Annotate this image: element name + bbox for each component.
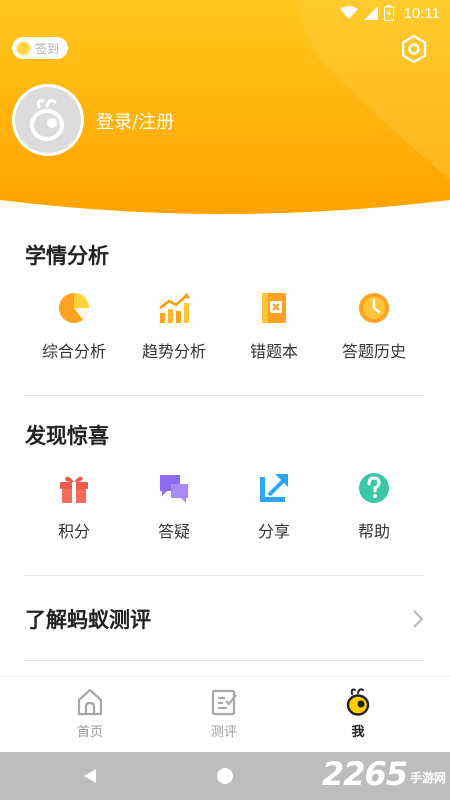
tab-label: 首页 bbox=[76, 725, 103, 740]
test-icon bbox=[211, 689, 237, 716]
surprise-item-help[interactable]: 帮助 bbox=[324, 470, 424, 542]
surprise-item-label: 答疑 bbox=[157, 522, 190, 541]
surprise-grid: 积分 答疑 分享 帮助 bbox=[24, 470, 424, 542]
bottom-tab-bar: 首页 测评 我 bbox=[0, 676, 450, 752]
analysis-item-trend[interactable]: 趋势分析 bbox=[124, 290, 224, 362]
avatar-placeholder bbox=[15, 87, 81, 153]
profile-screen: 10:11 签到 登录/注册 学情分析 综合分析 趋势分析 错题本 答题历史 发… bbox=[0, 0, 450, 800]
analysis-item-label: 错题本 bbox=[249, 342, 298, 361]
home-icon bbox=[77, 688, 103, 716]
surprise-section-title: 发现惊喜 bbox=[25, 424, 109, 448]
gift-icon bbox=[60, 476, 88, 503]
battery-icon bbox=[383, 5, 394, 21]
surprise-item-label: 帮助 bbox=[357, 522, 390, 541]
analysis-grid: 综合分析 趋势分析 错题本 答题历史 bbox=[24, 290, 424, 362]
analysis-item-wrong-book[interactable]: 错题本 bbox=[224, 290, 324, 362]
about-label: 了解蚂蚁测评 bbox=[25, 608, 151, 632]
nav-back-icon[interactable] bbox=[82, 768, 98, 784]
analysis-item-history[interactable]: 答题历史 bbox=[324, 290, 424, 362]
ant-logo-icon bbox=[346, 688, 370, 716]
tab-me[interactable]: 我 bbox=[328, 687, 388, 740]
divider bbox=[24, 660, 424, 661]
surprise-item-points[interactable]: 积分 bbox=[24, 470, 124, 542]
analysis-item-label: 综合分析 bbox=[41, 342, 106, 361]
trend-chart-icon bbox=[159, 293, 190, 323]
clock-history-icon bbox=[359, 293, 389, 323]
coin-icon bbox=[16, 40, 31, 56]
analysis-item-label: 趋势分析 bbox=[141, 342, 206, 361]
pie-chart-icon bbox=[59, 293, 89, 323]
watermark-site: 手游网 bbox=[409, 770, 446, 785]
tab-home[interactable]: 首页 bbox=[60, 687, 120, 740]
profile-header: 10:11 签到 登录/注册 bbox=[0, 0, 450, 220]
about-row[interactable]: 了解蚂蚁测评 bbox=[0, 596, 450, 642]
surprise-item-label: 积分 bbox=[57, 522, 90, 541]
surprise-item-qa[interactable]: 答疑 bbox=[124, 470, 224, 542]
nav-home-icon[interactable] bbox=[216, 767, 234, 785]
surprise-item-label: 分享 bbox=[257, 522, 290, 541]
analysis-section-title: 学情分析 bbox=[25, 244, 109, 268]
signal-icon bbox=[363, 6, 378, 20]
ant-logo-icon bbox=[30, 99, 64, 141]
tab-test[interactable]: 测评 bbox=[194, 687, 254, 740]
analysis-item-label: 答题历史 bbox=[341, 342, 406, 361]
tab-label: 我 bbox=[351, 725, 365, 740]
wrong-book-icon bbox=[262, 293, 286, 323]
analysis-item-comprehensive[interactable]: 综合分析 bbox=[24, 290, 124, 362]
divider bbox=[24, 575, 424, 576]
avatar[interactable] bbox=[12, 84, 84, 156]
watermark-logo: 2265 手游网 bbox=[322, 754, 446, 794]
surprise-item-share[interactable]: 分享 bbox=[224, 470, 324, 542]
watermark-number: 2265 bbox=[321, 755, 408, 793]
share-icon bbox=[260, 474, 288, 502]
settings-icon[interactable] bbox=[398, 33, 430, 65]
login-register-link[interactable]: 登录/注册 bbox=[96, 108, 174, 134]
help-icon bbox=[359, 473, 389, 503]
tab-label: 测评 bbox=[210, 725, 237, 740]
clock: 10:11 bbox=[403, 4, 440, 22]
divider bbox=[24, 395, 424, 396]
wifi-icon bbox=[339, 6, 358, 19]
chat-bubbles-icon bbox=[160, 475, 188, 503]
status-bar: 10:11 bbox=[0, 0, 450, 26]
checkin-label: 签到 bbox=[35, 41, 60, 56]
checkin-button[interactable]: 签到 bbox=[12, 37, 69, 59]
chevron-right-icon bbox=[413, 610, 424, 628]
